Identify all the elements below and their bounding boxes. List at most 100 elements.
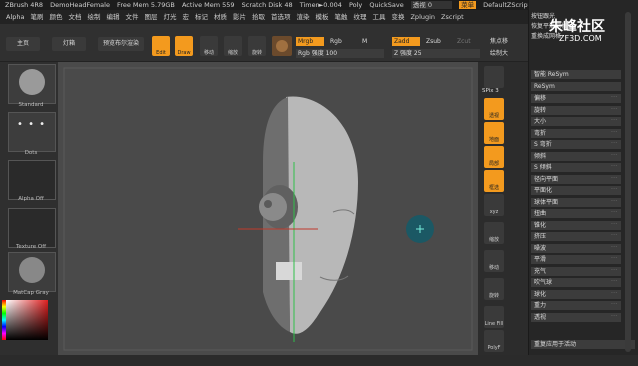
deform-slider[interactable]: 倾斜 [531,151,621,161]
axis-toggle-icon[interactable]: ··· [611,232,621,239]
menu-item[interactable]: 标记 [195,13,208,21]
rgb-button[interactable]: Rgb [328,37,356,46]
axis-toggle-icon[interactable]: ··· [611,106,621,113]
axis-toggle-icon[interactable]: ··· [611,94,621,101]
menu-button[interactable]: 菜单 [459,1,477,9]
menu-item[interactable]: 颜色 [49,13,62,21]
frame-button[interactable]: 框选 [484,170,504,192]
menu-item[interactable]: Zscript [441,13,464,21]
hue-strip[interactable] [2,300,6,340]
deform-slider[interactable]: 弯折 [531,128,621,138]
deform-slider[interactable]: 吹气球 [531,278,621,287]
quicksave-button[interactable]: QuickSave [369,1,403,9]
persp-button[interactable]: 透视 [484,98,504,120]
move-view-button[interactable]: 移动 [484,250,504,272]
bpr-button[interactable] [484,66,504,88]
mrgb-button[interactable]: Mrgb [296,37,324,46]
menu-item[interactable]: 笔刷 [30,13,43,21]
menu-item[interactable]: 文件 [125,13,138,21]
menu-item[interactable]: 渲染 [296,13,309,21]
deform-slider[interactable]: S 倾斜 [531,163,621,172]
local-button[interactable]: 局部 [484,146,504,168]
brush-selector[interactable] [8,64,56,104]
menu-item[interactable]: Alpha [6,13,24,21]
xyz-button[interactable]: xyz [484,194,504,216]
menu-item[interactable]: 灯光 [163,13,176,21]
axis-toggle-icon[interactable]: ··· [611,313,621,320]
rotate-view-button[interactable]: 旋转 [484,278,504,300]
menu-item[interactable]: 宏 [182,13,189,21]
deform-slider[interactable]: 平面化 [531,186,621,195]
axis-toggle-icon[interactable]: ··· [611,290,621,297]
stroke-selector[interactable]: • • • [8,112,56,152]
default-zscript[interactable]: DefaultZScript [483,1,530,9]
deform-slider[interactable]: 平滑 [531,255,621,264]
alpha-selector[interactable] [8,160,56,200]
axis-toggle-icon[interactable]: ··· [611,244,621,251]
menu-item[interactable]: 影片 [233,13,246,21]
menu-item[interactable]: 材质 [214,13,227,21]
axis-toggle-icon[interactable]: ··· [611,163,621,170]
draw-button[interactable]: Draw [175,36,193,56]
axis-toggle-icon[interactable]: ··· [611,129,621,136]
axis-toggle-icon[interactable]: ··· [611,152,621,159]
rotate-button[interactable]: 旋转 [248,36,266,56]
axis-toggle-icon[interactable]: ··· [611,140,621,147]
zadd-button[interactable]: Zadd [392,37,420,46]
resym-button[interactable]: ReSym [531,82,621,91]
polyf-button[interactable]: PolyF [484,330,504,352]
axis-toggle-icon[interactable]: ··· [611,267,621,274]
menu-item[interactable]: 变换 [391,13,404,21]
deform-slider[interactable]: 径向平面 [531,174,621,184]
axis-toggle-icon[interactable]: ··· [611,255,621,262]
menu-item[interactable]: 文档 [68,13,81,21]
viewport-canvas[interactable] [58,62,478,355]
m-button[interactable]: M [360,37,382,46]
linefill-button[interactable]: Line Fill [484,306,504,328]
rgb-intensity-slider[interactable]: Rgb 强度 100 [296,49,384,58]
focal-shift-slider[interactable]: 焦点移 [488,37,528,46]
axis-toggle-icon[interactable]: ··· [611,117,621,124]
menu-item[interactable]: 拾取 [252,13,265,21]
menu-item[interactable]: 笔触 [334,13,347,21]
axis-toggle-icon[interactable]: ··· [611,278,621,285]
draw-size-slider[interactable]: 绘制大 [488,49,528,58]
texture-selector[interactable] [8,208,56,248]
axis-toggle-icon[interactable]: ··· [611,209,621,216]
deform-slider[interactable]: S 弯折 [531,140,621,149]
edit-button[interactable]: Edit [152,36,170,56]
transparency-slider[interactable]: 透视 0 [410,1,452,9]
menu-item[interactable]: 编辑 [106,13,119,21]
floor-button[interactable]: 地面 [484,122,504,144]
menu-item[interactable]: 图层 [144,13,157,21]
menu-item[interactable]: 工具 [372,13,385,21]
deform-slider[interactable]: 扭曲 [531,209,621,218]
lightbox-button[interactable]: 灯箱 [52,37,86,51]
zcut-button[interactable]: Zcut [455,37,479,46]
menu-item[interactable]: 首选项 [271,13,291,21]
panel-scrollbar[interactable] [625,12,631,352]
deform-slider[interactable]: 重力 [531,301,621,310]
deform-slider[interactable]: 透视 [531,312,621,322]
axis-toggle-icon[interactable]: ··· [611,175,621,182]
menu-item[interactable]: 绘制 [87,13,100,21]
scale-button[interactable]: 缩放 [224,36,242,56]
deform-slider[interactable]: 偏移 [531,94,621,103]
axis-toggle-icon[interactable]: ··· [611,301,621,308]
move-button[interactable]: 移动 [200,36,218,56]
deform-slider[interactable]: 充气 [531,266,621,276]
smart-resym-button[interactable]: 智能 ReSym [531,70,621,79]
material-swatch[interactable] [272,36,292,56]
deform-slider[interactable]: 挤压 [531,232,621,241]
repeat-active-button[interactable]: 重复应用于活动 [531,340,635,349]
axis-toggle-icon[interactable]: ··· [611,198,621,205]
deform-slider[interactable]: 旋转 [531,105,621,115]
color-picker[interactable] [6,300,48,340]
deform-slider[interactable]: 噪波 [531,243,621,253]
menu-item[interactable]: Zplugin [410,13,435,21]
zsub-button[interactable]: Zsub [424,37,450,46]
deform-slider[interactable]: 大小 [531,117,621,126]
axis-toggle-icon[interactable]: ··· [611,186,621,193]
home-button[interactable]: 主页 [6,37,40,51]
axis-toggle-icon[interactable]: ··· [611,221,621,228]
